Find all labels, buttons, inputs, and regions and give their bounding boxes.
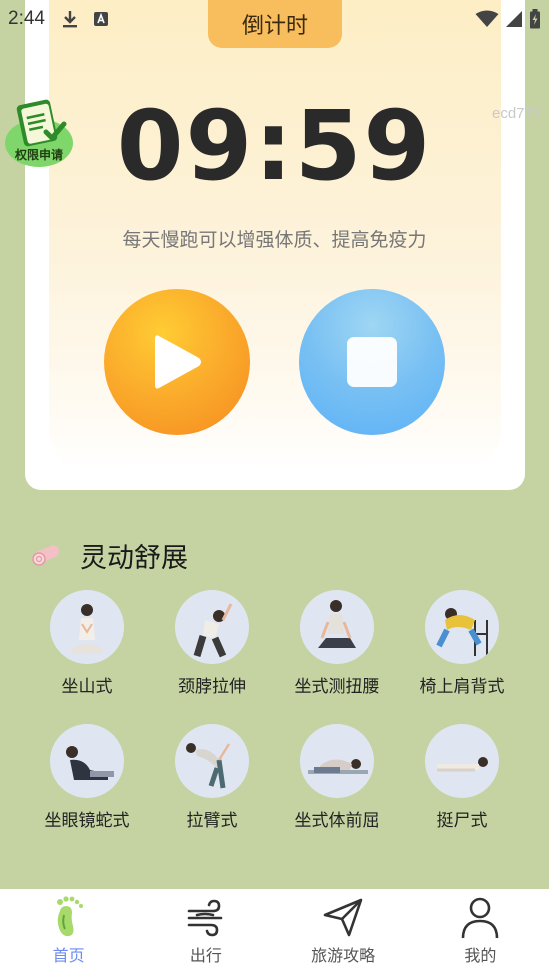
signal-icon <box>506 11 522 27</box>
nav-label: 旅游攻略 <box>311 946 376 965</box>
person-icon <box>462 897 499 939</box>
status-notification-icons <box>61 9 109 29</box>
watermark-text: ecd772 <box>492 105 542 122</box>
nav-item-travel[interactable]: 出行 <box>137 889 274 976</box>
play-button[interactable] <box>104 289 250 435</box>
pose-avatar <box>50 724 124 798</box>
pose-avatar <box>50 590 124 664</box>
status-time: 2:44 <box>8 8 45 29</box>
pose-item[interactable]: 挺尸式 <box>402 724 522 831</box>
wifi-icon <box>475 10 499 27</box>
download-icon <box>62 11 77 28</box>
play-icon <box>155 335 201 389</box>
nav-item-travel-guide[interactable]: 旅游攻略 <box>275 889 412 976</box>
pose-avatar <box>425 590 499 664</box>
pose-item[interactable]: 坐式测扭腰 <box>277 590 397 697</box>
pose-item[interactable]: 椅上肩背式 <box>402 590 522 697</box>
nav-label: 首页 <box>52 946 85 965</box>
status-bar: 2:44 <box>0 0 549 38</box>
nav-label: 出行 <box>189 946 222 965</box>
pose-label: 坐山式 <box>61 677 113 697</box>
pose-item[interactable]: 坐山式 <box>27 590 147 697</box>
pose-item[interactable]: 拉臂式 <box>152 724 272 831</box>
battery-icon <box>530 9 540 29</box>
section-title: 灵动舒展 <box>80 542 188 574</box>
permission-badge-label[interactable]: 权限申请 <box>4 146 74 163</box>
pose-label: 坐眼镜蛇式 <box>44 811 130 831</box>
pose-item[interactable]: 坐眼镜蛇式 <box>27 724 147 831</box>
paper-plane-icon <box>323 898 363 937</box>
footprint-icon <box>56 896 83 937</box>
pose-label: 坐式体前屈 <box>294 811 380 831</box>
pose-item[interactable]: 坐式体前屈 <box>277 724 397 831</box>
nav-label: 我的 <box>464 946 497 965</box>
pose-label: 挺尸式 <box>436 811 488 831</box>
pose-label: 坐式测扭腰 <box>294 677 380 697</box>
bottom-nav: 首页 出行 旅游攻略 我的 <box>0 889 549 976</box>
stop-icon <box>347 337 397 387</box>
pose-label: 拉臂式 <box>186 811 238 831</box>
pose-avatar <box>175 724 249 798</box>
pose-avatar <box>175 590 249 664</box>
countdown-display: 09:59 <box>116 90 433 202</box>
stop-button[interactable] <box>299 289 445 435</box>
motto-text: 每天慢跑可以增强体质、提高免疫力 <box>122 229 427 251</box>
pose-avatar <box>300 590 374 664</box>
wind-icon <box>187 899 223 937</box>
pose-avatar <box>425 724 499 798</box>
nav-item-home[interactable]: 首页 <box>0 889 137 976</box>
section-header: 灵动舒展 <box>30 533 188 577</box>
pose-label: 椅上肩背式 <box>419 677 505 697</box>
nav-item-profile[interactable]: 我的 <box>412 889 549 976</box>
yoga-mat-icon <box>32 545 60 566</box>
pose-avatar <box>300 724 374 798</box>
app-notification-icon <box>93 12 108 26</box>
pose-item[interactable]: 颈脖拉伸 <box>152 590 272 697</box>
status-system-icons <box>475 9 541 29</box>
pose-label: 颈脖拉伸 <box>178 677 246 697</box>
